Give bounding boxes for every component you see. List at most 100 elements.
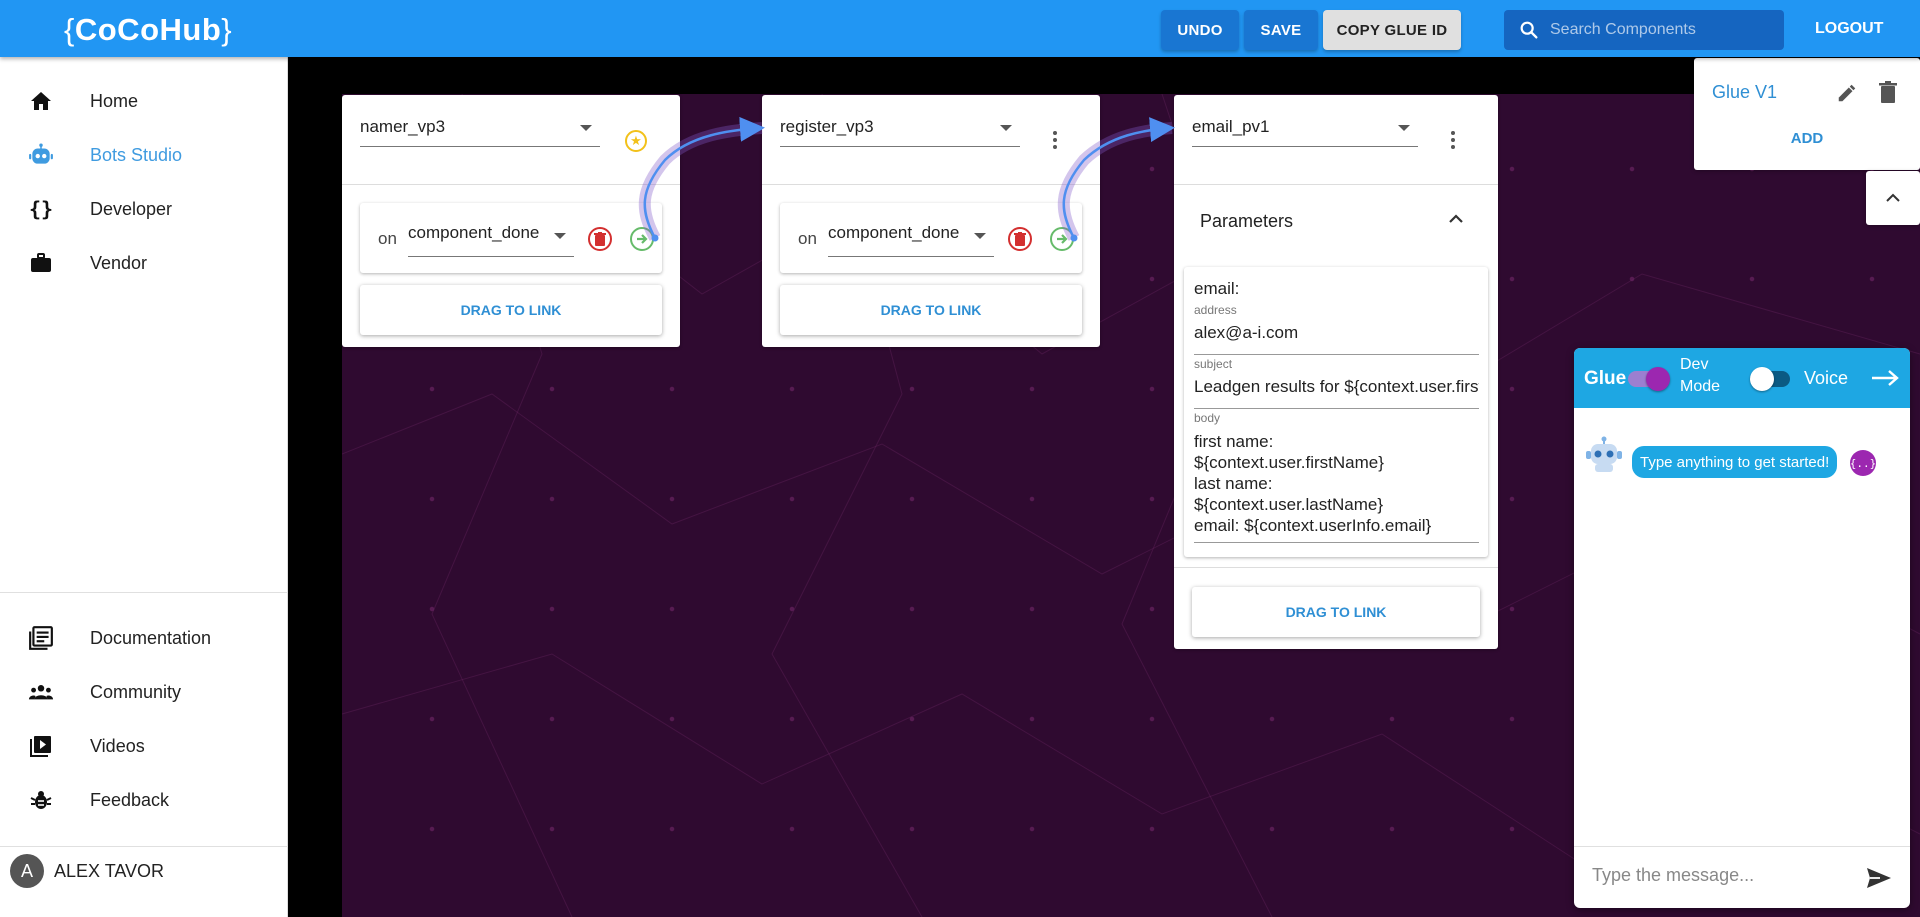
component-name: email_pv1 — [1192, 117, 1270, 136]
sidebar-item-label: Community — [90, 681, 182, 702]
glue-toggle[interactable] — [1628, 367, 1670, 391]
delete-icon[interactable] — [1878, 81, 1898, 103]
event-on-label: on — [798, 229, 817, 248]
copy-glue-id-button[interactable]: COPY GLUE ID — [1323, 10, 1461, 50]
chevron-up-icon — [1449, 214, 1463, 223]
sidebar-item-feedback[interactable]: Feedback — [0, 773, 288, 827]
component-select[interactable]: namer_vp3 — [360, 117, 600, 147]
edit-icon[interactable] — [1836, 82, 1858, 104]
event-row: on component_done — [780, 203, 1082, 273]
parameters-accordion-header[interactable]: Parameters — [1174, 185, 1498, 255]
bot-avatar — [1584, 434, 1624, 474]
body-label: body — [1194, 411, 1221, 425]
collapse-panel-button[interactable] — [1866, 171, 1920, 225]
toggle-knob — [1750, 367, 1774, 391]
component-name: register_vp3 — [780, 117, 874, 136]
briefcase-icon — [28, 250, 54, 276]
more-vert-icon[interactable] — [1052, 131, 1058, 152]
bot-message-bubble: Type anything to get started! — [1632, 446, 1838, 478]
sidebar-divider — [0, 846, 288, 847]
code-braces-icon[interactable]: {..} — [1850, 450, 1876, 476]
robot-icon — [28, 142, 54, 168]
sidebar-item-vendor[interactable]: Vendor — [0, 236, 288, 290]
dev-mode-toggle[interactable] — [1750, 367, 1790, 391]
sidebar-item-label: Documentation — [90, 627, 212, 648]
drag-to-link-button[interactable]: DRAG TO LINK — [1192, 587, 1480, 637]
component-select[interactable]: email_pv1 — [1192, 117, 1418, 147]
robot-icon — [1586, 436, 1622, 472]
user-name: ALEX TAVOR — [54, 860, 165, 881]
search-icon — [1520, 21, 1538, 39]
sidebar-item-label: Videos — [90, 735, 145, 756]
delete-icon[interactable] — [1008, 227, 1032, 251]
sidebar-item-documentation[interactable]: Documentation — [0, 611, 288, 665]
glue-toggle-label: Glue — [1584, 368, 1627, 389]
bug-icon — [28, 787, 54, 813]
body-line: first name: — [1194, 432, 1274, 451]
save-button[interactable]: SAVE — [1244, 10, 1318, 50]
sidebar-item-community[interactable]: Community — [0, 665, 288, 719]
send-icon[interactable] — [1866, 867, 1892, 889]
parameters-form: email: address alex@a-i.com subject Lead… — [1184, 267, 1488, 557]
chevron-down-icon — [554, 233, 566, 239]
voice-label: Voice — [1804, 368, 1849, 388]
search-input[interactable] — [1550, 21, 1770, 39]
event-value: component_done — [828, 223, 960, 242]
sidebar-item-home[interactable]: Home — [0, 74, 288, 128]
chat-message-input[interactable] — [1592, 865, 1852, 886]
search-components[interactable] — [1504, 10, 1784, 50]
sidebar-nav: Home Bots Studio {} Developer Vendor Doc… — [0, 57, 288, 917]
sidebar-item-bots-studio[interactable]: Bots Studio — [0, 128, 288, 182]
parameters-title: Parameters — [1200, 211, 1294, 231]
dev-mode-label-line2: Mode — [1680, 378, 1721, 395]
event-value: component_done — [408, 223, 540, 242]
sidebar-item-videos[interactable]: Videos — [0, 719, 288, 773]
sidebar-item-developer[interactable]: {} Developer — [0, 182, 288, 236]
link-arrow-icon[interactable] — [1050, 227, 1074, 251]
body-field[interactable]: first name: ${context.user.firstName} la… — [1194, 431, 1479, 543]
undo-button[interactable]: UNDO — [1161, 10, 1239, 50]
dev-mode-label: Dev Mode — [1680, 354, 1720, 398]
event-row: on component_done — [360, 203, 662, 273]
chevron-down-icon — [974, 233, 986, 239]
chat-widget: Glue Dev Mode Voice Type anything to get… — [1574, 348, 1910, 908]
glue-panel: Glue V1 ADD — [1694, 58, 1920, 170]
component-select[interactable]: register_vp3 — [780, 117, 1020, 147]
sidebar-item-label: Feedback — [90, 789, 170, 810]
drag-to-link-button[interactable]: DRAG TO LINK — [360, 285, 662, 335]
drag-to-link-button[interactable]: DRAG TO LINK — [780, 285, 1082, 335]
sidebar-item-label: Home — [90, 90, 139, 111]
link-arrow-icon[interactable] — [630, 227, 654, 251]
body-line: ${context.user.lastName} — [1194, 495, 1384, 514]
more-vert-icon[interactable] — [1450, 131, 1456, 152]
event-select[interactable]: component_done — [408, 223, 574, 257]
glue-name-link[interactable]: Glue V1 — [1712, 82, 1777, 103]
chevron-down-icon — [1398, 125, 1410, 131]
chat-input-bar — [1574, 846, 1910, 908]
add-glue-button[interactable]: ADD — [1694, 130, 1920, 147]
delete-icon[interactable] — [588, 227, 612, 251]
avatar: A — [10, 854, 44, 888]
logout-button[interactable]: LOGOUT — [1815, 20, 1883, 38]
subject-field[interactable]: Leadgen results for ${context.user.first… — [1194, 377, 1479, 409]
event-select[interactable]: component_done — [828, 223, 994, 257]
cocohub-logo[interactable]: {CoCoHub} — [64, 12, 232, 48]
chevron-down-icon — [580, 125, 592, 131]
chevron-up-icon — [1886, 193, 1900, 202]
user-profile[interactable]: A ALEX TAVOR — [10, 854, 164, 888]
component-header: register_vp3 — [762, 95, 1100, 185]
event-on-label: on — [378, 229, 397, 248]
arrow-right-icon[interactable] — [1870, 368, 1900, 388]
component-card-email: email_pv1 Parameters email: address alex… — [1174, 95, 1498, 649]
star-icon[interactable]: ★ — [625, 130, 647, 152]
toggle-knob — [1646, 367, 1670, 391]
address-field[interactable]: alex@a-i.com — [1194, 323, 1479, 355]
divider — [1174, 567, 1498, 568]
address-label: address — [1194, 303, 1237, 317]
sidebar-divider — [0, 592, 288, 593]
document-icon — [28, 625, 54, 651]
component-name: namer_vp3 — [360, 117, 446, 136]
chat-header: Glue Dev Mode Voice — [1574, 348, 1910, 408]
dev-mode-label-line1: Dev — [1680, 356, 1709, 373]
people-icon — [28, 679, 54, 705]
